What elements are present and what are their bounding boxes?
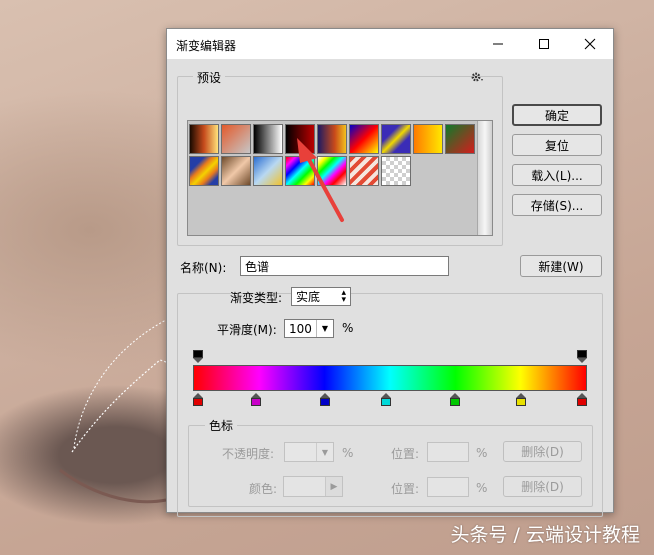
preset-swatch-10[interactable] xyxy=(189,156,219,186)
title-bar: 渐变编辑器 xyxy=(167,29,613,59)
smoothness-value: 100 xyxy=(289,321,312,336)
color-stop-4[interactable] xyxy=(381,393,392,407)
color-stop-1[interactable] xyxy=(193,393,203,407)
preset-swatch-6[interactable] xyxy=(349,124,379,154)
preset-swatch-13[interactable] xyxy=(285,156,315,186)
color-swatch-field[interactable]: ▶ xyxy=(283,476,343,497)
opacity-percent: % xyxy=(342,446,354,460)
opacity-label: 不透明度: xyxy=(222,447,275,461)
color-label: 颜色: xyxy=(249,482,278,496)
gradient-editor-dialog: 渐变编辑器 预设 确定 复位 载入(L)... 存储(S)... 名称(N): … xyxy=(166,28,614,517)
preset-swatch-11[interactable] xyxy=(221,156,251,186)
preset-swatch-2[interactable] xyxy=(221,124,251,154)
chevron-down-icon: ▼ xyxy=(316,443,333,461)
spinner-icon: ▴ ▾ xyxy=(341,287,346,305)
preset-swatch-7[interactable] xyxy=(381,124,411,154)
play-icon: ▶ xyxy=(325,477,342,496)
preset-swatch-9[interactable] xyxy=(445,124,475,154)
opacity-location-label: 位置: xyxy=(391,447,420,461)
presets-legend: 预设 xyxy=(193,69,226,86)
preset-swatch-16[interactable] xyxy=(381,156,411,186)
preset-swatch-3[interactable] xyxy=(253,124,283,154)
window-title: 渐变编辑器 xyxy=(176,39,237,53)
opacity-field[interactable]: ▼ xyxy=(284,442,334,462)
preset-swatch-5[interactable] xyxy=(317,124,347,154)
color-location-field[interactable] xyxy=(427,477,469,497)
color-stop-5[interactable] xyxy=(450,393,461,407)
opacity-stop-2[interactable] xyxy=(577,350,587,364)
opacity-location-field[interactable] xyxy=(427,442,469,462)
close-button[interactable] xyxy=(567,29,613,59)
delete-color-stop-button[interactable]: 删除(D) xyxy=(503,476,582,497)
gradient-type-select[interactable]: 实底 ▴ ▾ xyxy=(291,287,351,306)
close-icon xyxy=(584,38,596,50)
color-location-label: 位置: xyxy=(391,482,420,496)
color-location-percent: % xyxy=(476,481,488,495)
smoothness-label: 平滑度(M): xyxy=(217,323,277,337)
preset-swatch-15[interactable] xyxy=(349,156,379,186)
save-button[interactable]: 存储(S)... xyxy=(512,194,602,216)
preset-swatch-14[interactable] xyxy=(317,156,347,186)
preset-swatch-8[interactable] xyxy=(413,124,443,154)
gradient-bar[interactable] xyxy=(193,365,587,391)
preset-swatch-4[interactable] xyxy=(285,124,315,154)
color-stop-7[interactable] xyxy=(577,393,587,407)
watermark: 头条号 / 云端设计教程 xyxy=(450,524,640,546)
ok-button[interactable]: 确定 xyxy=(512,104,602,126)
maximize-icon xyxy=(539,39,549,49)
stops-legend: 色标 xyxy=(205,417,238,434)
opacity-location-percent: % xyxy=(476,446,488,460)
dialog-body: 预设 确定 复位 载入(L)... 存储(S)... 名称(N): 色谱 新建(… xyxy=(167,59,613,517)
preset-scrollbar[interactable] xyxy=(477,121,492,235)
color-swatch xyxy=(284,477,325,496)
minimize-button[interactable] xyxy=(475,29,521,59)
chevron-down-icon: ▼ xyxy=(316,320,333,337)
load-button[interactable]: 载入(L)... xyxy=(512,164,602,186)
minimize-icon xyxy=(493,43,503,45)
color-stop-3[interactable] xyxy=(319,393,330,407)
opacity-stop-1[interactable] xyxy=(193,350,203,364)
preset-swatch-1[interactable] xyxy=(189,124,219,154)
smoothness-select[interactable]: 100 ▼ xyxy=(284,319,334,338)
preset-swatch-12[interactable] xyxy=(253,156,283,186)
smoothness-unit: % xyxy=(342,321,354,335)
delete-opacity-stop-button[interactable]: 删除(D) xyxy=(503,441,582,462)
gradient-type-label: 渐变类型: xyxy=(230,291,283,305)
gear-icon[interactable] xyxy=(470,70,484,84)
color-stop-2[interactable] xyxy=(250,393,261,407)
preset-swatch-grid xyxy=(187,120,493,236)
new-button[interactable]: 新建(W) xyxy=(520,255,602,277)
color-stop-6[interactable] xyxy=(515,393,526,407)
name-field[interactable]: 色谱 xyxy=(240,256,449,276)
reset-button[interactable]: 复位 xyxy=(512,134,602,156)
gradient-type-value: 实底 xyxy=(296,290,321,304)
name-label: 名称(N): xyxy=(180,261,227,275)
maximize-button[interactable] xyxy=(521,29,567,59)
